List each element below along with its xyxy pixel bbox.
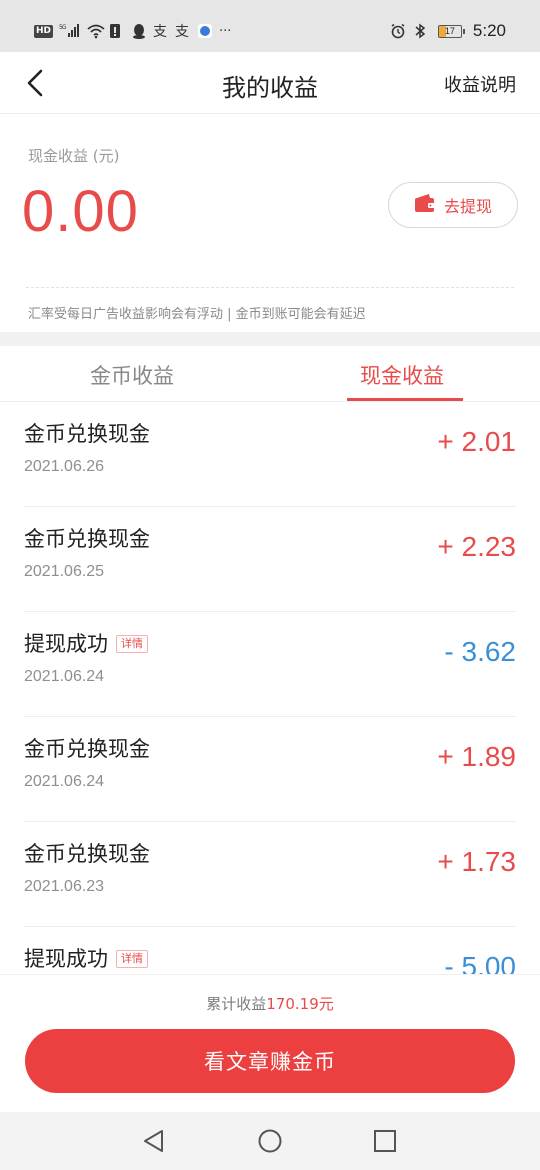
nav-bar: 我的收益 收益说明 [0,52,540,114]
svg-text:5G: 5G [59,24,67,31]
earnings-info-link[interactable]: 收益说明 [444,71,516,97]
signal-icon: 5G [59,23,81,40]
list-item[interactable]: 提现成功 详情 - 5.00 [0,927,540,974]
list-item[interactable]: 金币兑换现金 2021.06.23 + 1.73 [0,822,540,927]
active-tab-indicator [347,398,463,401]
tab-coin-earnings[interactable]: 金币收益 [90,360,174,390]
svg-text:支: 支 [175,24,189,39]
system-back-icon[interactable] [141,1128,167,1154]
sim-alert-icon [109,23,125,39]
record-title: 金币兑换现金 [24,527,150,551]
record-date: 2021.06.24 [24,668,105,685]
status-right: 17 5:20 [390,20,506,42]
battery-level: 17 [444,25,455,36]
record-amount: + 1.89 [437,741,516,772]
list-item[interactable]: 金币兑换现金 2021.06.25 + 2.23 [0,507,540,612]
svg-text:支: 支 [153,24,167,39]
record-amount: + 2.01 [437,426,516,457]
browser-icon [197,23,213,39]
hd-icon: HD [34,24,54,38]
bluetooth-icon [414,23,430,39]
record-date: 2021.06.24 [24,773,105,790]
more-notifications-icon: ··· [219,23,232,39]
record-title: 提现成功 [24,947,108,971]
section-separator [0,332,540,346]
record-amount: - 3.62 [444,636,516,667]
app-notify-icon: 支 [153,23,169,40]
earnings-record-list[interactable]: 金币兑换现金 2021.06.26 + 2.01 金币兑换现金 2021.06.… [0,402,540,974]
withdraw-button[interactable]: 去提现 [388,182,518,228]
cash-earnings-amount: 0.00 [22,179,139,244]
cash-earnings-label: 现金收益 (元) [28,147,120,165]
total-earnings-label: 累计收益 [206,995,267,1013]
record-date: 2021.06.26 [24,458,105,475]
footer: 累计收益170.19元 看文章赚金币 [0,974,540,1112]
record-date: 2021.06.23 [24,878,105,895]
divider [26,287,514,288]
earnings-tabs: 金币收益 现金收益 [0,346,540,402]
record-date: 2021.06.25 [24,563,105,580]
record-amount: + 2.23 [437,531,516,562]
record-title: 金币兑换现金 [24,422,150,446]
record-title-wrap: 提现成功 详情 [24,628,148,658]
status-time: 5:20 [472,21,506,40]
battery-icon: 17 [437,24,465,38]
alarm-icon [390,23,406,39]
system-home-icon[interactable] [257,1128,283,1154]
wallet-icon [414,193,436,217]
withdraw-button-label: 去提现 [443,197,492,216]
read-articles-earn-coins-button[interactable]: 看文章赚金币 [25,1029,515,1093]
list-item[interactable]: 金币兑换现金 2021.06.24 + 1.89 [0,717,540,822]
record-title: 金币兑换现金 [24,842,150,866]
total-earnings-value: 170.19元 [266,995,334,1013]
system-navigation-bar [0,1112,540,1170]
list-item[interactable]: 金币兑换现金 2021.06.26 + 2.01 [0,402,540,507]
app-notify-icon-2: 支 [175,23,191,40]
record-amount: - 5.00 [444,951,516,974]
qq-icon [131,23,147,39]
tab-cash-earnings[interactable]: 现金收益 [360,360,444,390]
status-left: HD 5G 支 支 ··· [34,20,231,42]
list-item[interactable]: 提现成功 详情 2021.06.24 - 3.62 [0,612,540,717]
record-title: 提现成功 [24,632,108,656]
record-amount: + 1.73 [437,846,516,877]
status-bar: HD 5G 支 支 ··· 17 5:20 [0,0,540,52]
total-earnings: 累计收益170.19元 [0,993,540,1014]
details-badge[interactable]: 详情 [116,950,148,968]
exchange-rate-note: 汇率受每日广告收益影响会有浮动 | 金币到账可能会有延迟 [28,307,366,322]
wifi-icon [87,23,105,39]
details-badge[interactable]: 详情 [116,635,148,653]
system-recent-apps-icon[interactable] [372,1128,398,1154]
record-title: 金币兑换现金 [24,737,150,761]
record-title-wrap: 提现成功 详情 [24,943,148,973]
